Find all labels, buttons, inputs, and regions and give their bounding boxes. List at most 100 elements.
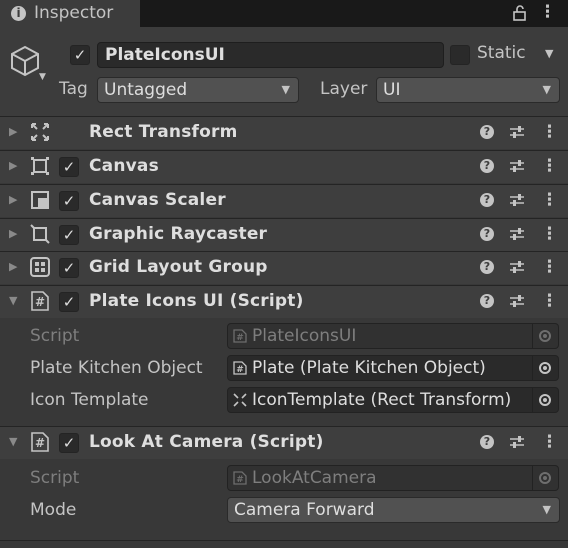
grid-layout-icon [30,257,50,277]
rect-transform-icon [31,123,49,141]
preset-icon[interactable] [509,192,525,208]
object-picker-button [533,465,559,491]
mode-label: Mode [30,500,77,520]
gameobject-header [0,27,568,118]
chevron-down-icon: ▼ [542,83,551,96]
divider [0,540,568,541]
help-icon[interactable]: ? [480,125,494,139]
script-icon: # [233,361,247,375]
component-title: Canvas [89,156,159,176]
component-enabled-checkbox[interactable]: ✓ [59,225,79,245]
component-title: Rect Transform [89,122,238,142]
rect-transform-icon [233,393,247,407]
preset-icon[interactable] [509,226,525,242]
static-dropdown-arrow[interactable]: ▼ [545,47,553,60]
tab-menu-icon[interactable]: ⋮ [539,3,556,21]
component-enabled-checkbox[interactable]: ✓ [59,292,79,312]
tab-title: Inspector [34,3,114,23]
plate-kitchen-object-label: Plate Kitchen Object [30,358,203,378]
component-menu-icon[interactable]: ⋮ [541,292,558,310]
svg-text:#: # [35,295,45,309]
gameobject-active-checkbox[interactable]: ✓ [70,45,90,65]
component-menu-icon[interactable]: ⋮ [541,433,558,451]
foldout-arrow[interactable]: ▶ [9,260,17,273]
component-title: Canvas Scaler [89,190,226,210]
script-value: LookAtCamera [252,468,377,488]
component-menu-icon[interactable]: ⋮ [541,258,558,276]
chevron-down-icon: ▼ [542,503,551,516]
component-menu-icon[interactable]: ⋮ [541,191,558,209]
svg-text:#: # [236,333,244,343]
mode-dropdown[interactable]: Camera Forward ▼ [227,497,560,523]
foldout-arrow[interactable]: ▶ [9,125,17,138]
component-title: Look At Camera (Script) [89,432,324,452]
icon-template-field[interactable]: IconTemplate (Rect Transform) [227,387,533,413]
script-label: Script [30,468,80,488]
static-label: Static [477,43,526,63]
tag-value: Untagged [104,80,188,100]
script-label: Script [30,326,80,346]
tag-label: Tag [59,79,88,99]
static-checkbox[interactable] [450,45,470,65]
component-menu-icon[interactable]: ⋮ [541,123,558,141]
gameobject-name-field[interactable]: PlateIconsUI [97,42,444,68]
component-menu-icon[interactable]: ⋮ [541,225,558,243]
object-picker-button[interactable] [533,355,559,381]
plate-kitchen-object-field[interactable]: # Plate (Plate Kitchen Object) [227,355,533,381]
layer-dropdown[interactable]: UI ▼ [376,77,560,103]
component-enabled-checkbox[interactable]: ✓ [59,191,79,211]
help-icon[interactable]: ? [480,193,494,207]
object-picker-button [533,323,559,349]
preset-icon[interactable] [509,124,525,140]
foldout-arrow[interactable]: ▶ [9,193,17,206]
object-picker-icon [539,330,551,342]
object-picker-icon [539,472,551,484]
component-title: Grid Layout Group [89,257,268,277]
canvas-scaler-icon [31,191,49,209]
chevron-down-icon: ▼ [281,83,290,96]
help-icon[interactable]: ? [480,260,494,274]
preset-icon[interactable] [509,158,525,174]
help-icon[interactable]: ? [480,294,494,308]
component-enabled-checkbox[interactable]: ✓ [59,258,79,278]
canvas-icon [31,157,49,175]
graphic-raycaster-icon [30,224,50,244]
gameobject-icon[interactable] [8,44,42,78]
help-icon[interactable]: ? [480,159,494,173]
object-picker-button[interactable] [533,387,559,413]
foldout-arrow[interactable]: ▶ [9,159,17,172]
svg-text:#: # [35,436,45,450]
svg-text:#: # [236,475,244,485]
component-menu-icon[interactable]: ⋮ [541,157,558,175]
object-picker-icon [539,362,551,374]
svg-text:#: # [236,365,244,375]
component-enabled-checkbox[interactable]: ✓ [59,433,79,453]
icon-dropdown-arrow[interactable]: ▼ [39,72,46,82]
script-field: # LookAtCamera [227,465,533,491]
script-value: PlateIconsUI [252,326,357,346]
icon-template-label: Icon Template [30,390,149,410]
plate-kitchen-object-value: Plate (Plate Kitchen Object) [252,358,486,378]
info-icon: i [11,6,26,21]
preset-icon[interactable] [509,259,525,275]
lock-icon[interactable] [512,5,528,21]
component-title: Graphic Raycaster [89,224,268,244]
preset-icon[interactable] [509,434,525,450]
help-icon[interactable]: ? [480,435,494,449]
script-icon: # [233,329,247,343]
script-field: # PlateIconsUI [227,323,533,349]
component-title: Plate Icons UI (Script) [89,291,304,311]
tag-dropdown[interactable]: Untagged ▼ [97,77,299,103]
script-icon: # [233,471,247,485]
foldout-arrow[interactable]: ▼ [9,294,17,307]
foldout-arrow[interactable]: ▶ [9,227,17,240]
foldout-arrow[interactable]: ▼ [9,435,17,448]
object-picker-icon [539,394,551,406]
help-icon[interactable]: ? [480,227,494,241]
script-icon: # [31,432,49,452]
component-enabled-checkbox[interactable]: ✓ [59,157,79,177]
layer-label: Layer [320,79,368,99]
mode-value: Camera Forward [234,500,375,520]
preset-icon[interactable] [509,293,525,309]
script-icon: # [31,291,49,311]
